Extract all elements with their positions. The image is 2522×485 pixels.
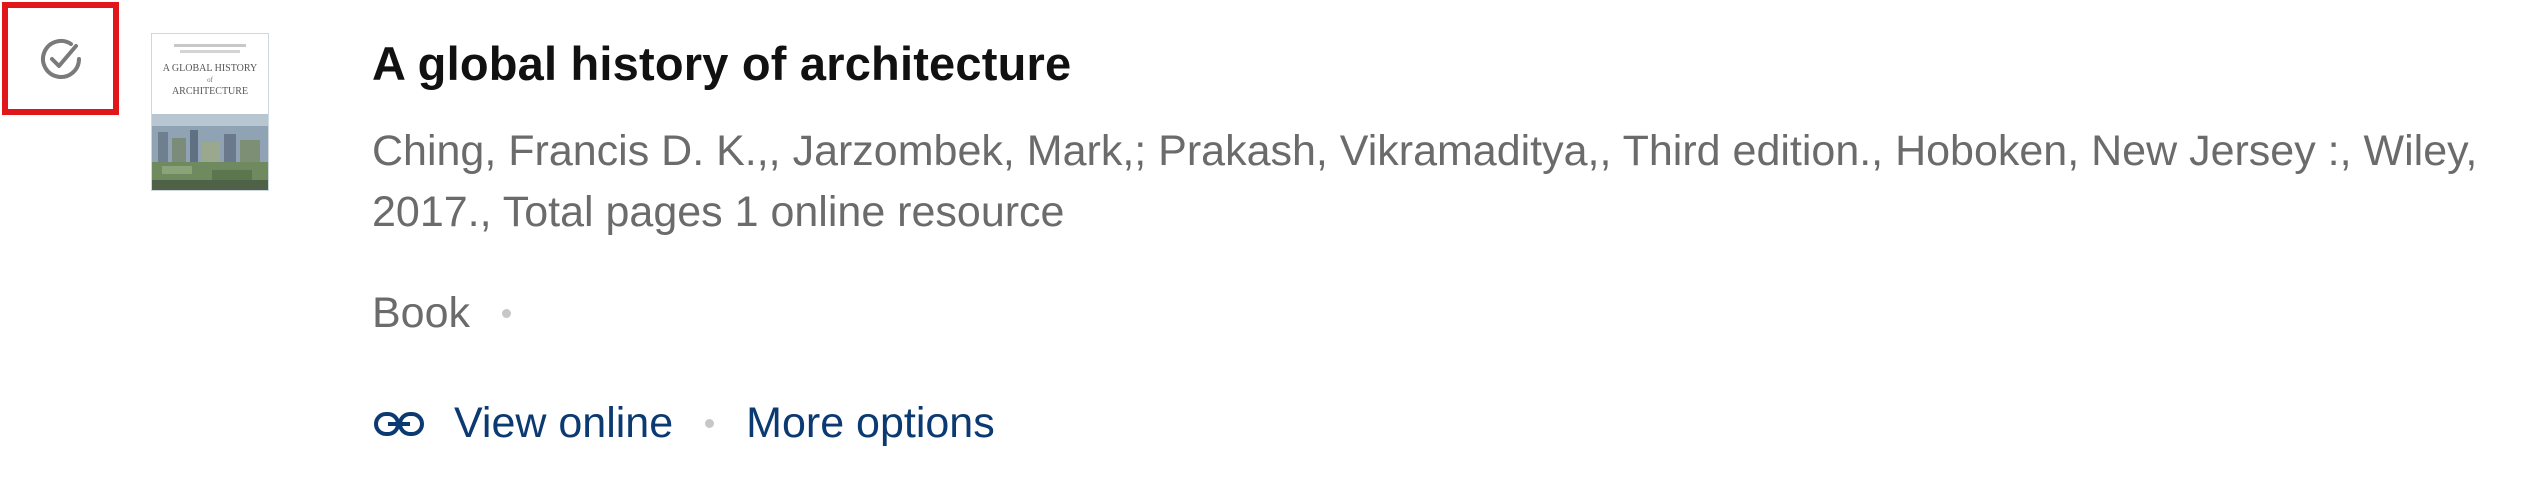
view-online-link[interactable]: View online xyxy=(372,399,673,448)
view-online-label: View online xyxy=(454,399,674,447)
cover-title-line2: of xyxy=(207,76,214,84)
book-cover-image: A GLOBAL HISTORY of ARCHITECTURE xyxy=(152,34,268,190)
more-options-link[interactable]: More options xyxy=(746,399,995,448)
separator-dot xyxy=(705,419,715,428)
cover-title-line1: A GLOBAL HISTORY xyxy=(163,63,257,74)
search-result-record: A GLOBAL HISTORY of ARCHITECTURE A globa… xyxy=(0,0,2522,485)
select-record-checkbox[interactable] xyxy=(2,2,119,115)
record-actions: View online More options xyxy=(372,399,995,448)
record-citation: Ching, Francis D. K.,, Jarzombek, Mark,;… xyxy=(372,127,2478,236)
record-format: Book xyxy=(372,289,471,337)
book-cover-thumbnail[interactable]: A GLOBAL HISTORY of ARCHITECTURE xyxy=(152,34,268,190)
cover-title-line3: ARCHITECTURE xyxy=(172,86,248,97)
record-format-row: Book xyxy=(372,289,543,338)
record-title[interactable]: A global history of architecture xyxy=(372,36,1071,91)
link-icon xyxy=(372,407,426,441)
separator-dot xyxy=(502,309,512,318)
check-circle-icon xyxy=(40,38,81,79)
